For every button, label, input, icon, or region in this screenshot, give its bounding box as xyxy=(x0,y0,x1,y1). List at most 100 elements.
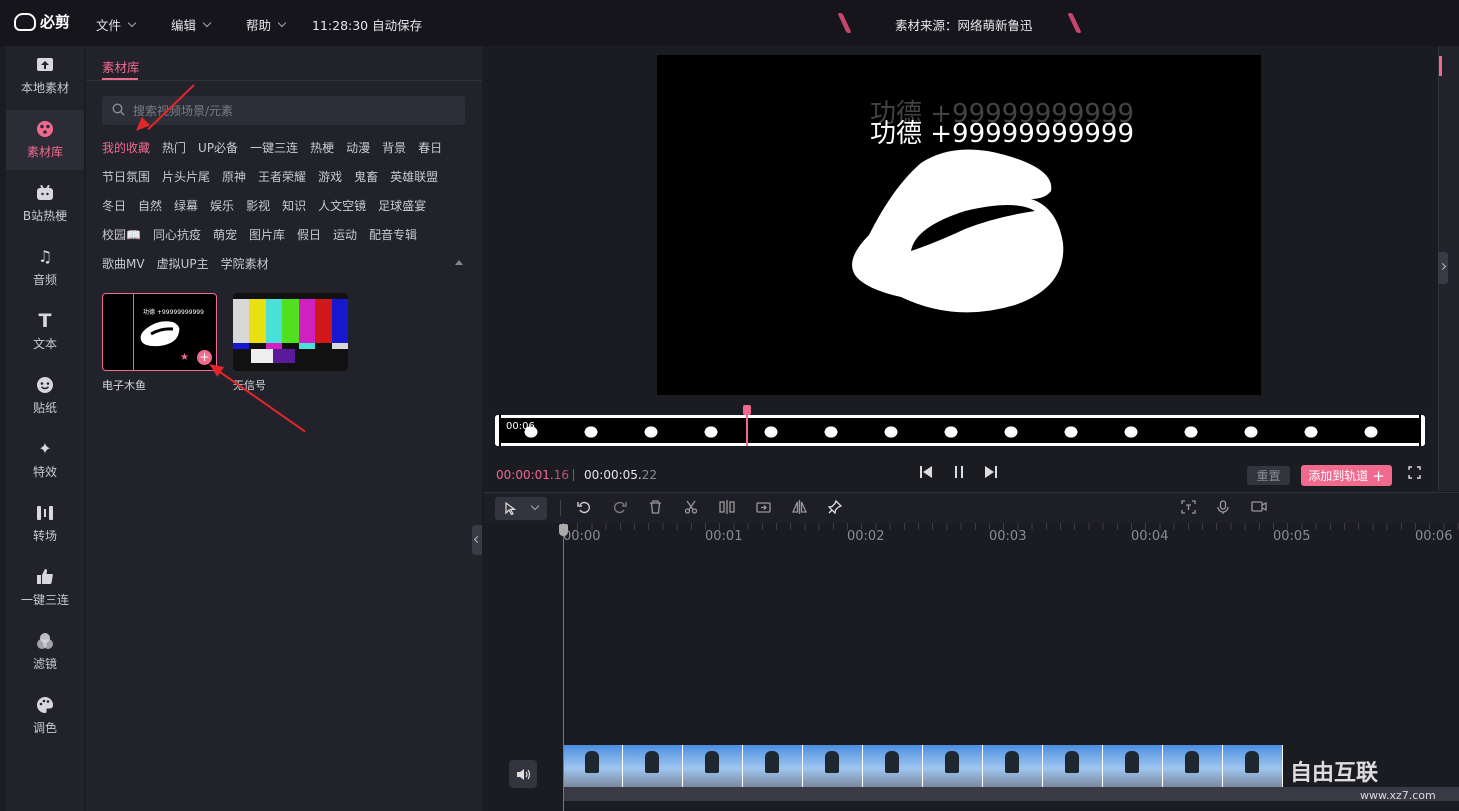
pause-icon[interactable] xyxy=(954,466,964,482)
tag-item[interactable]: 运动 xyxy=(333,226,357,243)
tag-item[interactable]: 影视 xyxy=(246,197,270,214)
tag-item[interactable]: 自然 xyxy=(138,197,162,214)
menu-edit[interactable]: 编辑 xyxy=(171,15,212,34)
split-icon[interactable] xyxy=(719,500,735,518)
sidebar-item-triple[interactable]: 一键三连 xyxy=(6,558,84,618)
tag-item[interactable]: 学院素材 xyxy=(221,255,269,272)
delete-icon[interactable] xyxy=(649,500,662,518)
filmstrip-thumbs xyxy=(501,418,1421,443)
tag-item[interactable]: 知识 xyxy=(282,197,306,214)
app-logo: 必剪 xyxy=(14,11,70,32)
tag-item[interactable]: 背景 xyxy=(382,139,406,156)
pin-icon[interactable] xyxy=(827,499,843,518)
tag-favorites[interactable]: 我的收藏 xyxy=(102,139,150,156)
tag-item[interactable]: 假日 xyxy=(297,226,321,243)
tag-item[interactable]: UP必备 xyxy=(198,139,238,156)
sidebar-item-effects[interactable]: ✦ 特效 xyxy=(6,430,84,490)
sidebar-item-bilibili[interactable]: B站热梗 xyxy=(6,174,84,234)
tag-item[interactable]: 校园📖 xyxy=(102,226,141,243)
tick-label: 00:04 xyxy=(1131,529,1169,544)
collapse-tags-icon[interactable] xyxy=(455,260,463,265)
tag-item[interactable]: 片头片尾 xyxy=(162,168,210,185)
clip-frame xyxy=(1163,745,1223,787)
expand-right-panel-icon[interactable] xyxy=(1438,252,1448,284)
tag-item[interactable]: 图片库 xyxy=(249,226,285,243)
skip-end-icon[interactable] xyxy=(985,466,997,482)
timeline-playhead-handle[interactable] xyxy=(559,524,568,536)
tag-item[interactable]: 游戏 xyxy=(318,168,342,185)
sidebar-item-local[interactable]: 本地素材 xyxy=(6,46,84,106)
timeline-ruler[interactable]: 00:00 00:01 00:02 00:03 00:04 00:05 00:0… xyxy=(484,523,1459,545)
tag-item[interactable]: 娱乐 xyxy=(210,197,234,214)
card-playhead xyxy=(133,294,134,370)
tick-label: 00:00 xyxy=(563,529,601,544)
source-caption: 素材来源：网络萌新鲁迅 xyxy=(895,18,1033,33)
add-to-track-button[interactable]: 添加到轨道 + xyxy=(1301,465,1392,486)
auto-caption-icon[interactable] xyxy=(1181,500,1196,518)
sidebar-item-library[interactable]: 素材库 xyxy=(6,110,84,170)
camera-record-icon[interactable] xyxy=(1251,500,1267,517)
tag-item[interactable]: 绿幕 xyxy=(174,197,198,214)
sidebar: 本地素材 素材库 B站热梗 ♫ 音频 T 文本 贴纸 ✦ 特效 转场 一键三连 … xyxy=(6,46,84,811)
app-name: 必剪 xyxy=(40,13,71,31)
tag-item[interactable]: 一键三连 xyxy=(250,139,298,156)
tag-item[interactable]: 动漫 xyxy=(346,139,370,156)
search-input[interactable] xyxy=(133,103,433,118)
tag-item[interactable]: 冬日 xyxy=(102,197,126,214)
sidebar-item-label: 调色 xyxy=(32,720,57,735)
favorite-star-icon[interactable]: ★ xyxy=(180,352,189,363)
tab-library[interactable]: 素材库 xyxy=(102,57,140,76)
wooden-fish-graphic[interactable] xyxy=(845,147,1069,315)
menu-file[interactable]: 文件 xyxy=(96,15,137,34)
tag-item[interactable]: 节日氛围 xyxy=(102,168,150,185)
select-tool-button[interactable] xyxy=(495,497,547,520)
card-label: 电子木鱼 xyxy=(102,379,146,392)
tag-item[interactable]: 热门 xyxy=(162,139,186,156)
mirror-icon[interactable] xyxy=(791,500,808,518)
sidebar-item-filter[interactable]: 滤镜 xyxy=(6,622,84,682)
track-scrollbar[interactable] xyxy=(563,787,1459,801)
fullscreen-icon[interactable] xyxy=(1408,466,1421,483)
material-card-no-signal[interactable] xyxy=(233,293,348,371)
tag-item[interactable]: 同心抗疫 xyxy=(153,226,201,243)
video-track-clip[interactable] xyxy=(563,745,1283,787)
tag-item[interactable]: 萌宠 xyxy=(213,226,237,243)
tag-item[interactable]: 人文空镜 xyxy=(318,197,366,214)
tag-item[interactable]: 春日 xyxy=(418,139,442,156)
sidebar-item-sticker[interactable]: 贴纸 xyxy=(6,366,84,426)
microphone-icon[interactable] xyxy=(1217,500,1229,519)
skip-start-icon[interactable] xyxy=(920,466,932,482)
tick-label: 00:06 xyxy=(1415,529,1453,544)
tag-item[interactable]: 王者荣耀 xyxy=(258,168,306,185)
sidebar-item-transition[interactable]: 转场 xyxy=(6,494,84,554)
filmstrip-handle-right[interactable] xyxy=(1419,415,1425,446)
tag-item[interactable]: 虚拟UP主 xyxy=(157,255,209,272)
tag-item[interactable]: 鬼畜 xyxy=(354,168,378,185)
tag-item[interactable]: 歌曲MV xyxy=(102,255,145,272)
collapse-library-icon[interactable] xyxy=(472,525,482,555)
filter-circles-icon xyxy=(36,632,54,649)
divider xyxy=(86,80,482,81)
replace-icon[interactable] xyxy=(756,500,771,518)
tag-item[interactable]: 热梗 xyxy=(310,139,334,156)
tag-item[interactable]: 原神 xyxy=(222,168,246,185)
undo-icon[interactable] xyxy=(577,500,591,518)
tag-item[interactable]: 配音专辑 xyxy=(369,226,417,243)
track-mute-button[interactable] xyxy=(509,760,537,788)
sidebar-item-text[interactable]: T 文本 xyxy=(6,302,84,362)
menu-help[interactable]: 帮助 xyxy=(246,15,287,34)
chevron-down-icon xyxy=(277,18,287,27)
reset-button[interactable]: 重置 xyxy=(1247,466,1290,485)
sidebar-item-color[interactable]: 调色 xyxy=(6,686,84,746)
text-t-icon: T xyxy=(38,309,52,332)
timeline-toolbar xyxy=(484,492,1459,523)
redo-icon[interactable] xyxy=(613,500,627,518)
preview-filmstrip[interactable]: 00:06 00:06 xyxy=(495,415,1425,446)
scissors-icon[interactable] xyxy=(684,500,698,518)
tag-item[interactable]: 英雄联盟 xyxy=(390,168,438,185)
tag-item[interactable]: 足球盛宴 xyxy=(378,197,426,214)
material-card-wooden-fish[interactable]: 功德 +99999999999 ★ + xyxy=(102,293,217,371)
clip-frame xyxy=(983,745,1043,787)
sidebar-item-audio[interactable]: ♫ 音频 xyxy=(6,238,84,298)
video-canvas[interactable]: 功德 +99999999999 功德 +99999999999 xyxy=(657,55,1261,395)
